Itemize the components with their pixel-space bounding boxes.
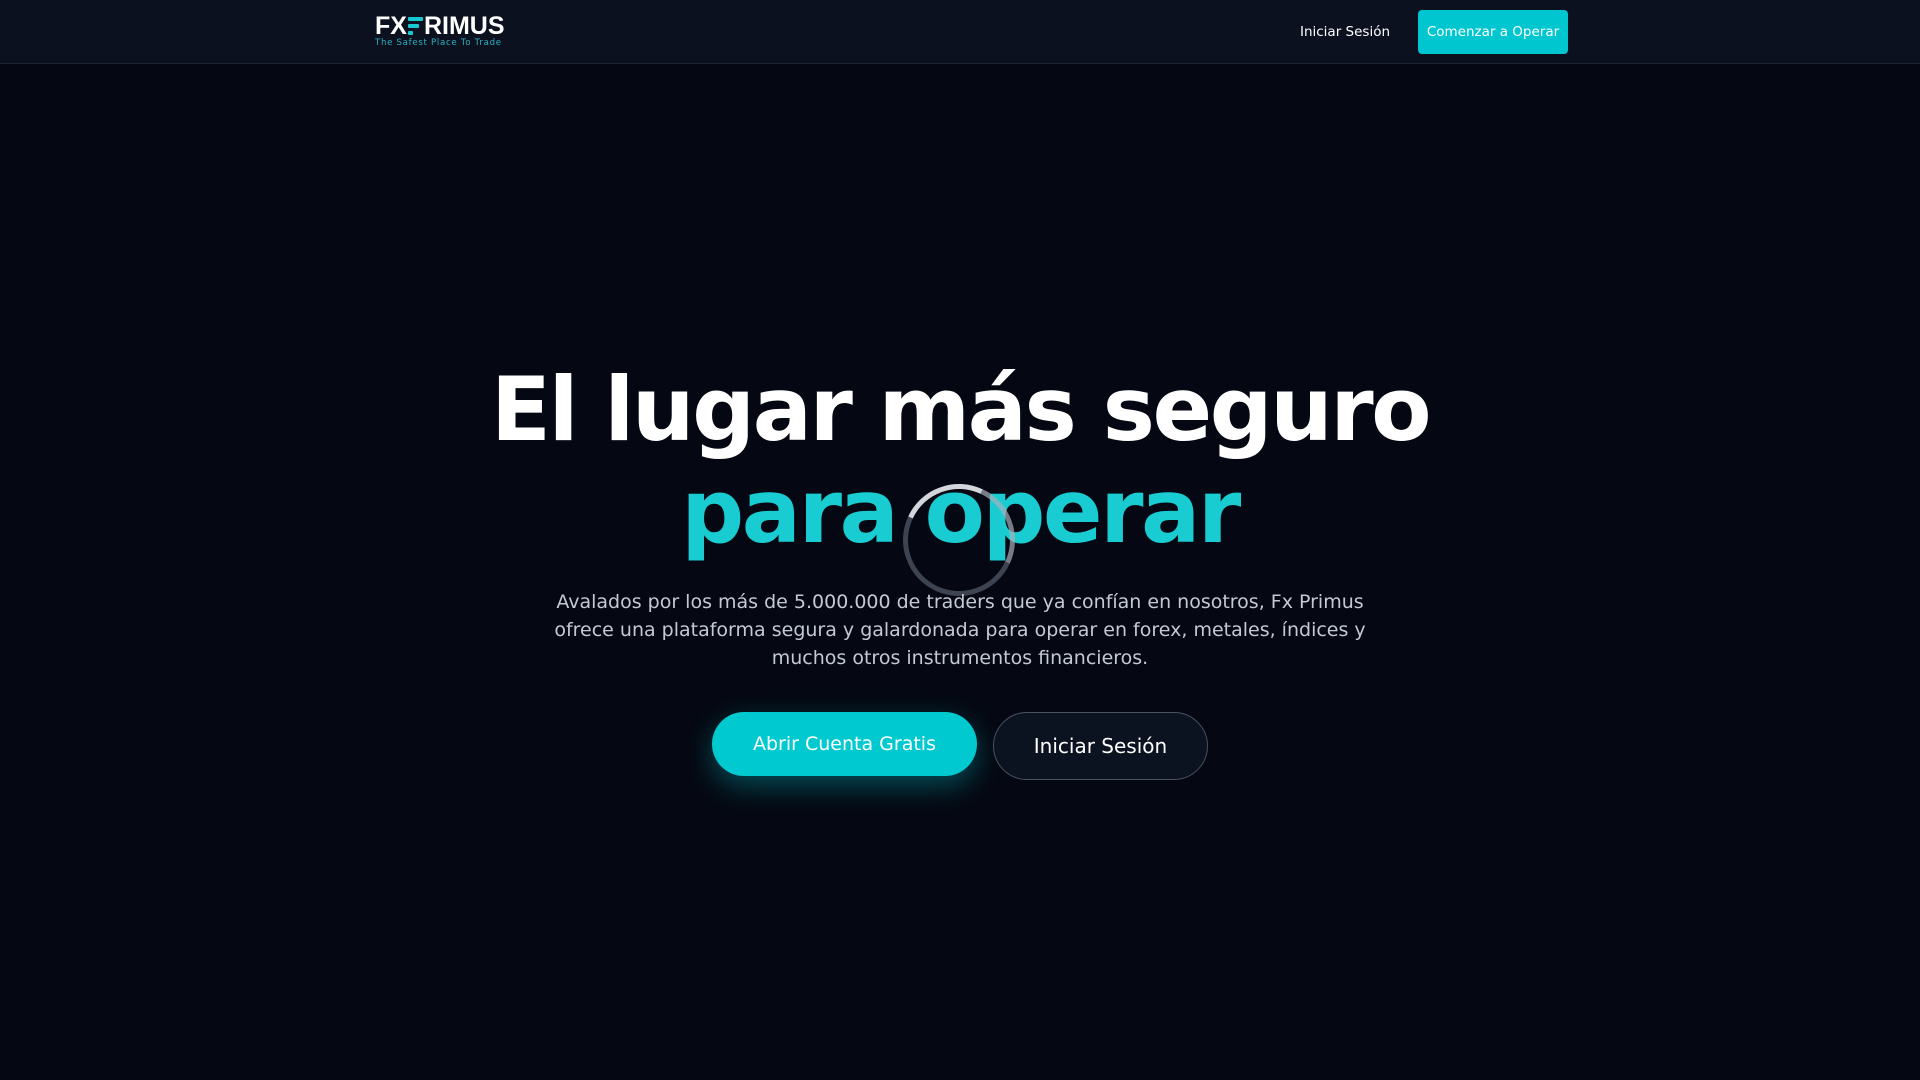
logo-text-rimus: RIMUS: [423, 12, 505, 40]
fxprimus-p-mark-icon: [407, 16, 423, 36]
site-header: FX RIMUS The Safest Place To Trade Inici…: [0, 0, 1920, 64]
logo-text-fx: FX: [375, 12, 407, 40]
page: FX RIMUS The Safest Place To Trade Inici…: [0, 0, 1920, 1080]
header-login-link[interactable]: Iniciar Sesión: [1290, 18, 1400, 46]
fxprimus-logo[interactable]: FX RIMUS The Safest Place To Trade: [375, 14, 505, 50]
logo-wordmark: FX RIMUS: [375, 12, 505, 40]
hero-login-button[interactable]: Iniciar Sesión: [993, 712, 1208, 780]
hero-description: Avalados por los más de 5.000.000 de tra…: [554, 591, 1366, 669]
hero-title-line1: El lugar más seguro: [490, 358, 1432, 461]
logo-tagline: The Safest Place To Trade: [375, 38, 502, 48]
hero-title-line2: para operar: [681, 460, 1241, 563]
open-free-account-button[interactable]: Abrir Cuenta Gratis: [712, 712, 977, 776]
start-trading-button[interactable]: Comenzar a Operar: [1418, 10, 1568, 54]
